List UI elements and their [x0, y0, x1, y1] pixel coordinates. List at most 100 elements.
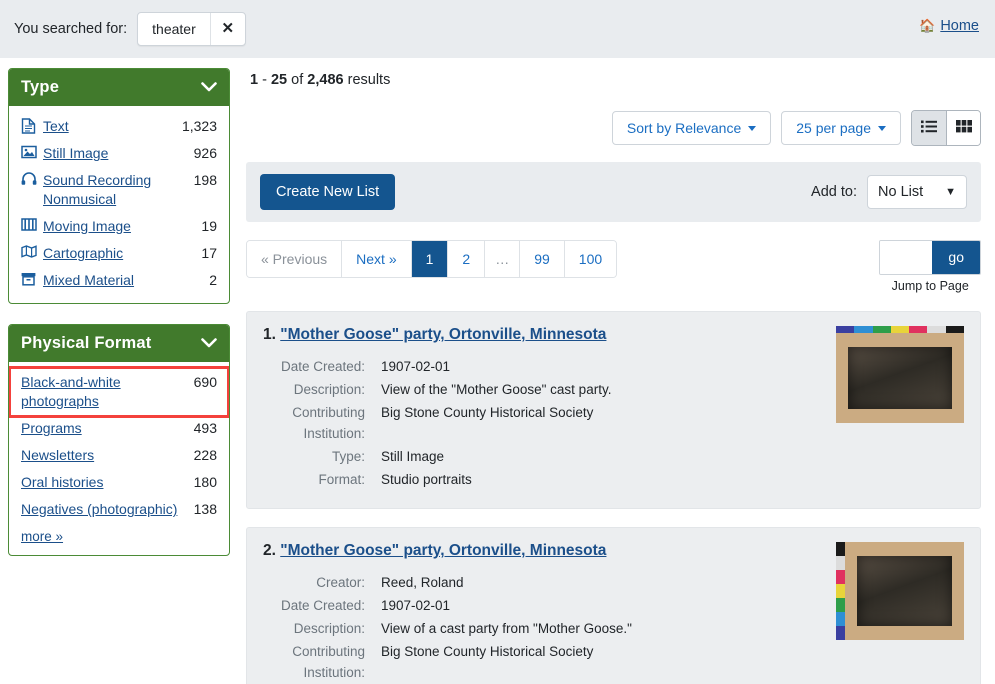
facet-item-black-and-white-photographs[interactable]: Black-and-white photographs 690 [9, 366, 229, 418]
facet-count-mixed-material: 2 [209, 272, 217, 288]
metadata-key: Description: [293, 621, 365, 636]
metadata-row: Date Created: 1907-02-01 [263, 356, 611, 377]
results-content: 1 - 25 of 2,486 results Sort by Relevanc… [246, 68, 981, 684]
metadata-row: Description: View of the "Mother Goose" c… [263, 379, 612, 400]
result-title-link[interactable]: "Mother Goose" party, Ortonville, Minnes… [280, 542, 606, 559]
list-select[interactable]: No List ▼ [867, 175, 967, 209]
facet-item-newsletters[interactable]: Newsletters 228 [19, 442, 219, 469]
metadata-row: Date Created: 1907-02-01 [263, 595, 632, 616]
pagination-previous[interactable]: « Previous [247, 241, 343, 277]
facet-body-type: Text 1,323 Still Image 926 Sound Recordi… [9, 106, 229, 303]
facet-label-programs: Programs [21, 420, 82, 436]
photo-mount [836, 333, 964, 423]
film-icon [21, 217, 43, 231]
jump-to-page-input[interactable] [880, 241, 933, 274]
facet-more-link[interactable]: more » [19, 523, 219, 546]
metadata-row: Format: Studio portraits [263, 469, 611, 490]
metadata-row: Contributing Institution: Big Stone Count… [263, 402, 611, 444]
add-to-label: Add to: [811, 184, 857, 200]
facet-count-moving-image: 19 [201, 218, 217, 234]
sort-dropdown[interactable]: Sort by Relevance [611, 111, 772, 145]
facet-count-negatives: 138 [193, 501, 217, 517]
chevron-down-icon: ▼ [945, 186, 956, 198]
metadata-row: Type: Still Image [263, 446, 611, 467]
pagination-ellipsis: … [485, 241, 521, 277]
metadata-key: Format: [318, 472, 365, 487]
jump-to-page-box: go [879, 240, 981, 275]
metadata-key: Date Created: [280, 359, 365, 374]
facet-count-black-and-white-photographs: 690 [193, 374, 217, 390]
grid-view-button[interactable] [946, 111, 980, 145]
search-query-text[interactable]: theater [138, 13, 211, 45]
metadata-value: Studio portraits [381, 472, 472, 487]
chevron-down-icon[interactable] [201, 336, 217, 351]
home-link[interactable]: 🏠 Home [919, 18, 979, 34]
pagination-page-2[interactable]: 2 [448, 241, 486, 277]
facet-item-still-image[interactable]: Still Image 926 [19, 140, 219, 167]
facet-item-negatives[interactable]: Negatives (photographic) 138 [19, 496, 219, 523]
per-page-dropdown[interactable]: 25 per page [781, 111, 901, 145]
facet-item-cartographic[interactable]: Cartographic 17 [19, 240, 219, 267]
facet-label-newsletters: Newsletters [21, 447, 95, 463]
facet-count-still-image: 926 [193, 145, 217, 161]
result-card[interactable]: 1. "Mother Goose" party, Ortonville, Min… [246, 311, 981, 509]
metadata-value: Big Stone County Historical Society [381, 405, 594, 420]
list-view-button[interactable] [912, 111, 946, 145]
result-thumbnail[interactable] [836, 542, 964, 684]
archive-icon [21, 271, 43, 286]
facet-header-physical-format[interactable]: Physical Format [9, 325, 229, 362]
document-icon [21, 117, 43, 134]
create-new-list-button[interactable]: Create New List [260, 174, 396, 210]
results-toolbar: Sort by Relevance 25 per page [246, 110, 981, 146]
map-icon [21, 244, 43, 258]
facet-title-type: Type [21, 78, 60, 96]
facet-item-moving-image[interactable]: Moving Image 19 [19, 213, 219, 240]
result-title-row: 2. "Mother Goose" party, Ortonville, Min… [263, 542, 824, 560]
home-icon: 🏠 [919, 18, 936, 33]
pagination-page-1[interactable]: 1 [411, 241, 449, 277]
chevron-down-icon [748, 125, 757, 131]
metadata-value: View of the "Mother Goose" cast party. [381, 382, 612, 397]
result-title-link[interactable]: "Mother Goose" party, Ortonville, Minnes… [280, 326, 606, 343]
jump-to-page-group: go Jump to Page [879, 240, 981, 293]
photo-mount [845, 542, 964, 640]
metadata-key: Type: [331, 449, 365, 464]
photograph-image [836, 326, 964, 423]
of-text: of [291, 72, 304, 88]
chevron-down-icon[interactable] [201, 80, 217, 95]
total-results: 2,486 [307, 72, 344, 88]
facet-label-moving-image: Moving Image [43, 218, 131, 234]
home-link-label[interactable]: Home [940, 18, 979, 34]
pagination-page-100[interactable]: 100 [564, 241, 617, 277]
metadata-value: 1907-02-01 [381, 359, 451, 374]
jump-go-button[interactable]: go [932, 241, 980, 274]
range-dash: - [262, 72, 267, 88]
metadata-key: Date Created: [280, 598, 365, 613]
metadata-row: Creator: Reed, Roland [263, 572, 632, 593]
pagination-page-99[interactable]: 99 [520, 241, 565, 277]
pagination-next[interactable]: Next » [342, 241, 412, 277]
facet-header-type[interactable]: Type [9, 69, 229, 106]
close-icon[interactable]: ✕ [211, 13, 245, 45]
facet-item-text[interactable]: Text 1,323 [19, 113, 219, 140]
facet-item-mixed-material[interactable]: Mixed Material 2 [19, 267, 219, 294]
pagination-row: « Previous Next » 1 2 … 99 100 go Jump t… [246, 240, 981, 293]
facet-item-programs[interactable]: Programs 493 [19, 415, 219, 442]
view-toggle-group [911, 110, 981, 146]
facet-item-sound-recording[interactable]: Sound Recording Nonmusical 198 [19, 167, 219, 213]
facet-label-mixed-material: Mixed Material [43, 272, 135, 288]
result-number: 2. [263, 542, 276, 559]
facet-panel-physical-format: Physical Format Black-and-white photogra… [8, 324, 230, 556]
facet-panel-type: Type Text 1,323 Still Image 926 Sound Re… [8, 68, 230, 304]
facet-item-oral-histories[interactable]: Oral histories 180 [19, 469, 219, 496]
result-card[interactable]: 2. "Mother Goose" party, Ortonville, Min… [246, 527, 981, 684]
create-list-bar: Create New List Add to: No List ▼ [246, 162, 981, 222]
facet-label-black-and-white-photographs: Black-and-white photographs [21, 374, 121, 409]
photo-inner [857, 556, 952, 626]
photo-inner [848, 347, 952, 409]
result-thumbnail[interactable] [836, 326, 964, 492]
facet-count-cartographic: 17 [201, 245, 217, 261]
metadata-value: 1907-02-01 [381, 598, 451, 613]
result-title-row: 1. "Mother Goose" party, Ortonville, Min… [263, 326, 824, 344]
metadata-row: Description: View of a cast party from "M… [263, 618, 632, 639]
